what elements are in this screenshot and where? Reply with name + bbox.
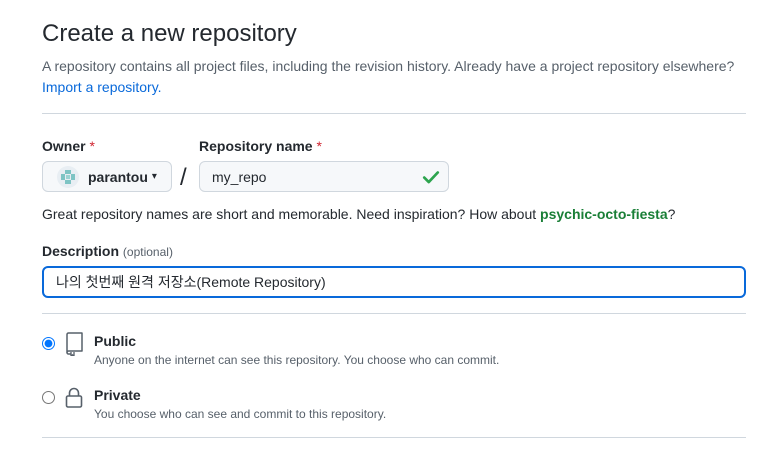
owner-dropdown-button[interactable]: parantou ▾ xyxy=(42,161,172,192)
public-title: Public xyxy=(94,333,137,349)
owner-repo-separator: / xyxy=(180,164,187,191)
check-icon xyxy=(422,171,440,184)
repo-name-label: Repository name * xyxy=(199,138,322,154)
public-radio[interactable] xyxy=(42,337,55,350)
triangle-down-icon: ▾ xyxy=(151,171,157,182)
repository-name-input[interactable] xyxy=(199,161,449,192)
repo-icon xyxy=(66,332,83,356)
avatar xyxy=(57,165,79,188)
owner-label-text: Owner xyxy=(42,138,86,154)
divider xyxy=(42,113,746,114)
required-mark: * xyxy=(316,138,322,154)
required-mark: * xyxy=(89,138,95,154)
page-subtitle: A repository contains all project files,… xyxy=(42,56,747,98)
owner-name: parantou xyxy=(88,168,148,185)
description-input[interactable] xyxy=(42,266,746,298)
repo-name-label-text: Repository name xyxy=(199,138,313,154)
hint-text: Great repository names are short and mem… xyxy=(42,206,541,222)
owner-label: Owner * xyxy=(42,138,95,154)
hint-end: ? xyxy=(667,206,676,222)
private-description: You choose who can see and commit to thi… xyxy=(94,407,387,421)
lock-icon xyxy=(65,387,83,408)
import-repository-link[interactable]: Import a repository. xyxy=(42,79,162,95)
name-suggestion-hint: Great repository names are short and mem… xyxy=(42,206,675,222)
suggested-name-link[interactable]: psychic-octo-fiesta xyxy=(540,206,668,222)
divider xyxy=(42,313,746,314)
page-title: Create a new repository xyxy=(42,20,297,47)
public-description: Anyone on the internet can see this repo… xyxy=(94,353,500,367)
private-title: Private xyxy=(94,387,141,403)
subtitle-text: A repository contains all project files,… xyxy=(42,58,735,74)
description-label-text: Description xyxy=(42,243,120,259)
divider xyxy=(42,437,746,438)
private-radio[interactable] xyxy=(42,391,55,404)
optional-tag: (optional) xyxy=(122,245,173,259)
description-label: Description (optional) xyxy=(42,243,173,259)
